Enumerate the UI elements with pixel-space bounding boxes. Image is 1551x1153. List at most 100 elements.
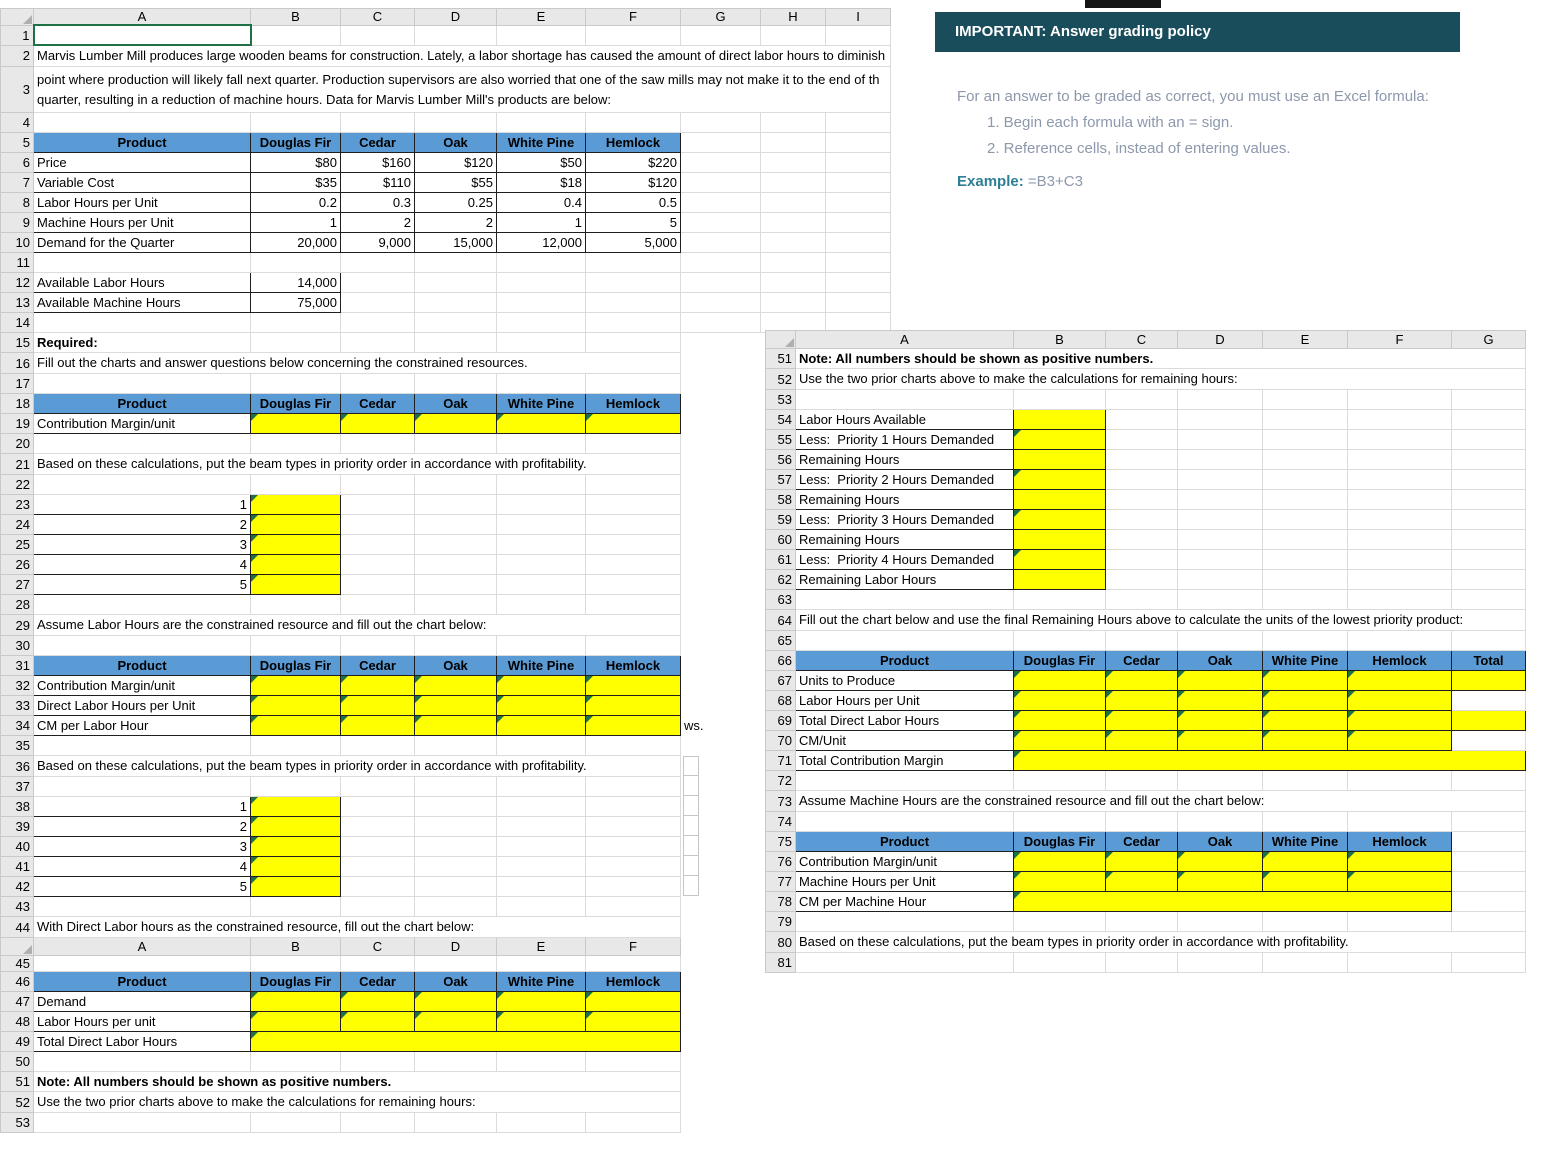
header-cell-F18[interactable]: Hemlock: [585, 393, 681, 414]
cell-E40[interactable]: [496, 836, 586, 857]
cell-F61[interactable]: [1347, 549, 1452, 570]
cell-F22[interactable]: [585, 474, 681, 495]
cell-D55[interactable]: [1177, 429, 1263, 450]
cell-E65[interactable]: [1262, 630, 1348, 651]
cell-I7[interactable]: [825, 172, 891, 193]
row-header-10[interactable]: 10: [0, 232, 34, 253]
label-cell-A77[interactable]: Machine Hours per Unit: [795, 871, 1014, 892]
input-cell-B39[interactable]: [250, 816, 341, 837]
label-cell-A54[interactable]: Labor Hours Available: [795, 409, 1014, 430]
cell-D27[interactable]: [414, 574, 497, 595]
header-cell-F75[interactable]: Hemlock: [1347, 831, 1452, 852]
cell-A50[interactable]: [33, 1051, 251, 1072]
cell-C20[interactable]: [340, 433, 415, 454]
cell-C27[interactable]: [340, 574, 415, 595]
cell-D60[interactable]: [1177, 529, 1263, 550]
label-cell-A13[interactable]: Available Machine Hours: [33, 292, 251, 313]
cell-C74[interactable]: [1105, 811, 1178, 832]
cell-C45[interactable]: [340, 955, 415, 972]
value-cell-A40[interactable]: 3: [33, 836, 251, 857]
cell-F79[interactable]: [1347, 911, 1452, 932]
cell-C41[interactable]: [340, 856, 415, 877]
input-cell-B41[interactable]: [250, 856, 341, 877]
cell-E72[interactable]: [1262, 770, 1348, 791]
column-header-B[interactable]: B: [250, 937, 341, 956]
row-header-76[interactable]: 76: [765, 851, 796, 872]
row-header-35[interactable]: 35: [0, 735, 34, 756]
cell-C24[interactable]: [340, 514, 415, 535]
row-header-33[interactable]: 33: [0, 695, 34, 716]
header-cell-A18[interactable]: Product: [33, 393, 251, 414]
cell-C28[interactable]: [340, 594, 415, 615]
cell-F4[interactable]: [585, 112, 681, 133]
cell-F45[interactable]: [585, 955, 681, 972]
cell-G14[interactable]: [680, 312, 761, 333]
header-cell-A46[interactable]: Product: [33, 971, 251, 992]
cell-A65[interactable]: [795, 630, 1014, 651]
row-header-53[interactable]: 53: [765, 389, 796, 410]
cell-E20[interactable]: [496, 433, 586, 454]
row-header-30[interactable]: 30: [0, 635, 34, 656]
label-cell-A9[interactable]: Machine Hours per Unit: [33, 212, 251, 233]
label-cell-A57[interactable]: Less: Priority 2 Hours Demanded: [795, 469, 1014, 490]
cell-D45[interactable]: [414, 955, 497, 972]
cell-F74[interactable]: [1347, 811, 1452, 832]
header-cell-D18[interactable]: Oak: [414, 393, 497, 414]
cell-H13[interactable]: [760, 292, 826, 313]
cell-G68[interactable]: [1451, 690, 1526, 711]
cell-H12[interactable]: [760, 272, 826, 293]
cell-D17[interactable]: [414, 373, 497, 394]
cell-D63[interactable]: [1177, 589, 1263, 610]
cell-C63[interactable]: [1105, 589, 1178, 610]
input-cell-B25[interactable]: [250, 534, 341, 555]
cell-F24[interactable]: [585, 514, 681, 535]
cell-A53[interactable]: [795, 389, 1014, 410]
cell-F37[interactable]: [585, 776, 681, 797]
label-cell-A78[interactable]: CM per Machine Hour: [795, 891, 1014, 912]
input-cell-B33[interactable]: [250, 695, 341, 716]
header-cell-F66[interactable]: Hemlock: [1347, 650, 1452, 671]
column-header-C[interactable]: C: [340, 937, 415, 956]
input-cell-D48[interactable]: [414, 1011, 497, 1032]
cell-E14[interactable]: [496, 312, 586, 333]
header-cell-A66[interactable]: Product: [795, 650, 1014, 671]
value-cell-A42[interactable]: 5: [33, 876, 251, 897]
cell-D56[interactable]: [1177, 449, 1263, 470]
input-cell-E47[interactable]: [496, 991, 586, 1012]
input-cell-B77[interactable]: [1013, 871, 1106, 892]
cell-I4[interactable]: [825, 112, 891, 133]
value-cell-C8[interactable]: 0.3: [340, 192, 415, 213]
input-cell-C67[interactable]: [1105, 670, 1178, 691]
cell-G8[interactable]: [680, 192, 761, 213]
cell-C37[interactable]: [340, 776, 415, 797]
cell-H9[interactable]: [760, 212, 826, 233]
label-cell-A8[interactable]: Labor Hours per Unit: [33, 192, 251, 213]
input-cell-B49[interactable]: [250, 1031, 681, 1052]
cell-B1[interactable]: [250, 24, 341, 46]
cell-B28[interactable]: [250, 594, 341, 615]
input-cell-E19[interactable]: [496, 413, 586, 434]
cell-I10[interactable]: [825, 232, 891, 253]
cell-B20[interactable]: [250, 433, 341, 454]
input-cell-C32[interactable]: [340, 675, 415, 696]
header-cell-A31[interactable]: Product: [33, 655, 251, 676]
label-cell-A67[interactable]: Units to Produce: [795, 670, 1014, 691]
column-header-B[interactable]: B: [1013, 330, 1106, 349]
input-cell-G67[interactable]: [1451, 670, 1526, 691]
cell-H8[interactable]: [760, 192, 826, 213]
row-header-32[interactable]: 32: [0, 675, 34, 696]
row-header-79[interactable]: 79: [765, 911, 796, 932]
row-header-13[interactable]: 13: [0, 292, 34, 313]
cell-C13[interactable]: [340, 292, 415, 313]
value-cell-A41[interactable]: 4: [33, 856, 251, 877]
input-cell-B55[interactable]: [1013, 429, 1106, 450]
cell-A4[interactable]: [33, 112, 251, 133]
cell-B45[interactable]: [250, 955, 341, 972]
cell-F42[interactable]: [585, 876, 681, 897]
input-cell-E69[interactable]: [1262, 710, 1348, 731]
cell-F50[interactable]: [585, 1051, 681, 1072]
cell-F25[interactable]: [585, 534, 681, 555]
header-cell-B31[interactable]: Douglas Fir: [250, 655, 341, 676]
text-cell-A44[interactable]: With Direct Labor hours as the constrain…: [33, 916, 681, 938]
cell-B63[interactable]: [1013, 589, 1106, 610]
